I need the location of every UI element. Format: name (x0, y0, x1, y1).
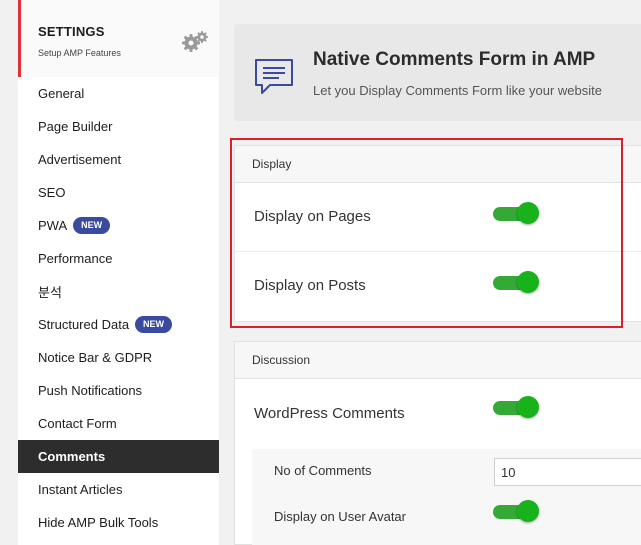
wordpress-comments-toggle[interactable] (493, 396, 539, 418)
display-user-avatar-toggle[interactable] (493, 500, 539, 522)
sidebar-item-label: 분석 (38, 285, 62, 300)
display-on-pages-row: Display on Pages (235, 183, 641, 252)
sidebar-item-label: Comments (38, 449, 106, 464)
toggle-knob (517, 202, 539, 224)
sidebar-item-label: Advertisement (38, 152, 122, 167)
number-of-comments-input[interactable] (494, 458, 641, 486)
gear-icon (182, 31, 208, 52)
toggle-knob (517, 500, 539, 522)
new-badge: NEW (135, 316, 173, 333)
sidebar-item-analytics[interactable]: 분석 (18, 275, 219, 308)
display-user-avatar-label: Display on User Avatar (274, 509, 406, 524)
discussion-section: Discussion WordPress Comments No of Comm… (234, 341, 641, 545)
wordpress-comments-label: WordPress Comments (254, 405, 405, 422)
sidebar-item-label: Performance (38, 251, 113, 266)
comment-form-icon (255, 59, 293, 94)
sidebar-item-push-notifications[interactable]: Push Notifications (18, 374, 219, 407)
sidebar-item-pwa[interactable]: PWA NEW (18, 209, 219, 242)
toggle-knob (517, 396, 539, 418)
feature-title: Native Comments Form in AMP (313, 49, 596, 70)
sidebar-item-advertisement[interactable]: Advertisement (18, 143, 219, 176)
sidebar-item-label: General (38, 86, 85, 101)
sidebar-item-label: PWA (38, 218, 68, 233)
sidebar-item-performance[interactable]: Performance (18, 242, 219, 275)
sidebar-item-label: Push Notifications (38, 383, 143, 398)
display-on-pages-label: Display on Pages (254, 208, 371, 225)
sidebar-item-structured-data[interactable]: Structured Data NEW (18, 308, 219, 341)
feature-header-card: Native Comments Form in AMP Let you Disp… (234, 24, 641, 121)
toggle-knob (517, 271, 539, 293)
comments-settings-panel: No of Comments Display on User Avatar (252, 449, 641, 545)
sidebar-item-notice-bar-gdpr[interactable]: Notice Bar & GDPR (18, 341, 219, 374)
sidebar-item-seo[interactable]: SEO (18, 176, 219, 209)
sidebar-item-instant-articles[interactable]: Instant Articles (18, 473, 219, 506)
sidebar-item-hide-amp-bulk-tools[interactable]: Hide AMP Bulk Tools (18, 506, 219, 539)
sidebar-item-page-builder[interactable]: Page Builder (18, 110, 219, 143)
sidebar-item-label: Contact Form (38, 416, 117, 431)
sidebar-item-label: Instant Articles (38, 482, 123, 497)
feature-description: Let you Display Comments Form like your … (313, 83, 602, 98)
sidebar-item-contact-form[interactable]: Contact Form (18, 407, 219, 440)
sidebar-item-comments[interactable]: Comments (18, 440, 219, 473)
sidebar-item-label: Structured Data (38, 317, 130, 332)
number-of-comments-label: No of Comments (274, 463, 372, 478)
new-badge: NEW (73, 217, 111, 234)
sidebar-item-label: SEO (38, 185, 66, 200)
sidebar-header: SETTINGS Setup AMP Features (18, 0, 219, 77)
display-on-posts-row: Display on Posts (235, 252, 641, 321)
sidebar-item-label: Notice Bar & GDPR (38, 350, 153, 365)
sidebar-item-label: Page Builder (38, 119, 113, 134)
settings-sidebar: SETTINGS Setup AMP Features General Page… (18, 0, 219, 545)
sidebar-item-general[interactable]: General (18, 77, 219, 110)
display-section: Display Display on Pages Display on Post… (234, 145, 641, 322)
display-on-pages-toggle[interactable] (493, 202, 539, 224)
discussion-section-title: Discussion (235, 342, 641, 379)
display-on-posts-toggle[interactable] (493, 271, 539, 293)
sidebar-item-label: Hide AMP Bulk Tools (38, 515, 159, 530)
display-on-posts-label: Display on Posts (254, 277, 366, 294)
display-section-title: Display (235, 146, 641, 183)
sidebar-nav: General Page Builder Advertisement SEO P… (18, 77, 219, 539)
